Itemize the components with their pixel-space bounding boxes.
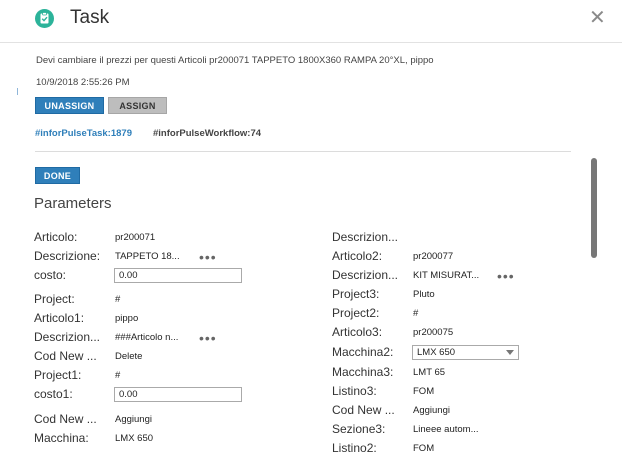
param-label: Descrizion... [332,268,399,282]
more-icon[interactable]: ••• [199,331,217,345]
param-value: FOM [413,443,435,454]
dialog-title: Task [70,7,110,28]
close-icon[interactable]: ✕ [589,8,606,28]
task-message: Devi cambiare il prezzi per questi Artic… [36,55,434,66]
param-label: Project1: [34,368,82,382]
param-label: Macchina3: [332,365,394,379]
param-label: Articolo2: [332,249,383,263]
param-value: # [115,294,121,305]
param-value: Aggiungi [115,414,152,425]
param-value: FOM [413,386,435,397]
assign-button[interactable]: ASSIGN [108,97,167,114]
macchina2-select-value: LMX 650 [417,347,456,358]
scrollbar-thumb[interactable] [591,158,597,258]
param-value: ###Articolo n... [115,332,179,343]
workflow-tag-link[interactable]: #inforPulseWorkflow:74 [153,128,261,139]
param-label: Listino2: [332,441,377,455]
task-tag-link[interactable]: #inforPulseTask:1879 [35,128,132,139]
param-label: costo1: [34,387,73,401]
param-label: Macchina2: [332,345,394,359]
param-label: Project: [34,292,75,306]
param-label: Descrizion... [34,330,101,344]
param-value: Delete [115,351,143,362]
param-label: Articolo: [34,230,78,244]
more-icon[interactable]: ••• [497,269,515,283]
section-divider [35,151,571,152]
param-value: # [413,308,419,319]
more-icon[interactable]: ••• [199,250,217,264]
param-value: Lineee autom... [413,424,479,435]
unassign-button[interactable]: UNASSIGN [35,97,104,114]
param-value: Aggiungi [413,405,450,416]
costo-input[interactable] [114,268,242,283]
task-date: 10/9/2018 2:55:26 PM [36,77,130,88]
param-value: pr200071 [115,232,156,243]
header-divider [0,42,622,43]
parameters-heading: Parameters [34,195,112,212]
param-label: Listino3: [332,384,377,398]
param-value: pr200075 [413,327,454,338]
macchina2-select[interactable]: LMX 650 [412,345,519,360]
param-value: Pluto [413,289,435,300]
param-label: Project3: [332,287,380,301]
param-label: Descrizion... [332,230,399,244]
clipboard-check-icon [35,9,54,28]
param-value: KIT MISURAT... [413,270,480,281]
param-value: # [115,370,121,381]
param-label: Cod New ... [332,403,395,417]
param-label: Descrizione: [34,249,101,263]
dialog-header: Task ✕ [0,0,622,42]
param-value: TAPPETO 18... [115,251,180,262]
param-label: Cod New ... [34,412,97,426]
param-label: Project2: [332,306,380,320]
param-label: Sezione3: [332,422,386,436]
param-value: LMX 650 [115,433,154,444]
param-label: costo: [34,268,67,282]
param-label: Cod New ... [34,349,97,363]
param-label: Articolo3: [332,325,383,339]
param-value: pippo [115,313,139,324]
done-button[interactable]: DONE [35,167,80,184]
param-label: Macchina: [34,431,89,445]
param-value: pr200077 [413,251,454,262]
text-cursor-marker [17,88,18,95]
chevron-down-icon [506,350,514,355]
costo1-input[interactable] [114,387,242,402]
param-value: LMT 65 [413,367,446,378]
param-label: Articolo1: [34,311,85,325]
